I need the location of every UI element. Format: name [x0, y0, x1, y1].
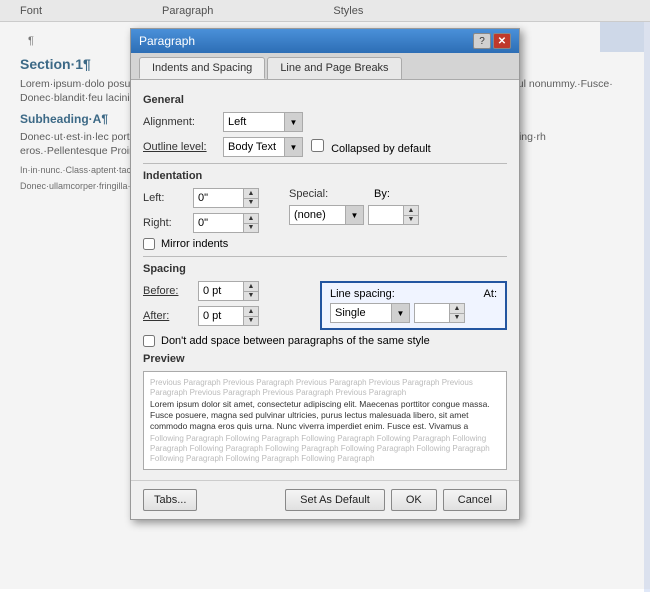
mirror-indents-checkbox[interactable] — [143, 238, 155, 250]
by-up[interactable]: ▲ — [404, 206, 418, 216]
preview-prev-para: Previous Paragraph Previous Paragraph Pr… — [150, 378, 500, 397]
at-up[interactable]: ▲ — [450, 304, 464, 314]
indent-right-row: Right: ▲ ▼ — [143, 213, 259, 233]
after-input-group: ▲ ▼ — [198, 306, 259, 326]
by-spinner: ▲ ▼ — [403, 205, 419, 225]
by-label: By: — [374, 188, 390, 200]
indent-left-input[interactable] — [193, 188, 243, 208]
preview-box: Previous Paragraph Previous Paragraph Pr… — [143, 371, 507, 470]
indent-right-spinner: ▲ ▼ — [243, 213, 259, 233]
close-button[interactable]: ✕ — [493, 33, 511, 49]
before-down[interactable]: ▼ — [244, 292, 258, 301]
at-input-group: ▲ ▼ — [414, 303, 465, 323]
indentation-section-label: Indentation — [143, 170, 507, 182]
at-down[interactable]: ▼ — [450, 314, 464, 323]
alignment-label: Alignment: — [143, 116, 223, 128]
after-up[interactable]: ▲ — [244, 307, 258, 317]
mirror-indents-label: Mirror indents — [161, 238, 228, 250]
indent-left-down[interactable]: ▼ — [244, 199, 258, 208]
alignment-select[interactable]: Left — [223, 112, 303, 132]
special-label: Special: — [289, 188, 344, 200]
indentation-special: Special: By: (none) ▼ ▲ ▼ — [289, 188, 419, 230]
indent-left-input-group: ▲ ▼ — [193, 188, 259, 208]
collapsed-checkbox-label: Collapsed by default — [311, 139, 431, 155]
after-down[interactable]: ▼ — [244, 317, 258, 326]
set-as-default-button[interactable]: Set As Default — [285, 489, 385, 511]
cancel-button[interactable]: Cancel — [443, 489, 507, 511]
outline-select-wrapper: Body Text ▼ — [223, 137, 303, 157]
special-select-wrapper: (none) ▼ — [289, 205, 364, 225]
line-spacing-header: Line spacing: At: — [330, 288, 497, 300]
dont-add-space-row: Don't add space between paragraphs of th… — [143, 335, 507, 347]
by-down[interactable]: ▼ — [404, 216, 418, 225]
preview-following-para: Following Paragraph Following Paragraph … — [150, 434, 500, 463]
indent-left-row: Left: ▲ ▼ — [143, 188, 259, 208]
help-button[interactable]: ? — [473, 33, 491, 49]
mirror-indents-row: Mirror indents — [143, 238, 507, 250]
general-section-label: General — [143, 94, 507, 106]
spacing-before-after: Before: ▲ ▼ After: ▲ — [143, 281, 310, 331]
spacing-container: Before: ▲ ▼ After: ▲ — [143, 281, 507, 331]
outline-label: Outline level: — [143, 141, 223, 153]
tab-line-page-breaks[interactable]: Line and Page Breaks — [267, 57, 401, 79]
paragraph-dialog: Paragraph ? ✕ Indents and Spacing Line a… — [130, 28, 520, 520]
at-input[interactable] — [414, 303, 449, 323]
spacing-section-label: Spacing — [143, 263, 507, 275]
before-label: Before: — [143, 285, 198, 297]
by-input[interactable] — [368, 205, 403, 225]
dialog-tabs: Indents and Spacing Line and Page Breaks — [131, 53, 519, 80]
tab-indents-spacing[interactable]: Indents and Spacing — [139, 57, 265, 79]
indent-right-up[interactable]: ▲ — [244, 214, 258, 224]
at-label: At: — [484, 288, 497, 300]
indent-left-label: Left: — [143, 192, 193, 204]
dont-add-space-label: Don't add space between paragraphs of th… — [161, 335, 430, 347]
after-input[interactable] — [198, 306, 243, 326]
spacing-divider — [143, 256, 507, 257]
special-select[interactable]: (none) — [289, 205, 364, 225]
special-row: Special: By: — [289, 188, 419, 200]
special-value-row: (none) ▼ ▲ ▼ — [289, 205, 419, 225]
at-spinner: ▲ ▼ — [449, 303, 465, 323]
indent-right-label: Right: — [143, 217, 193, 229]
dialog-titlebar: Paragraph ? ✕ — [131, 29, 519, 53]
indent-right-input[interactable] — [193, 213, 243, 233]
indent-right-input-group: ▲ ▼ — [193, 213, 259, 233]
before-up[interactable]: ▲ — [244, 282, 258, 292]
after-label: After: — [143, 310, 198, 322]
dont-add-space-checkbox[interactable] — [143, 335, 155, 347]
indent-right-down[interactable]: ▼ — [244, 224, 258, 233]
indent-left-spinner: ▲ ▼ — [243, 188, 259, 208]
dialog-footer: Tabs... Set As Default OK Cancel — [131, 480, 519, 519]
outline-select[interactable]: Body Text — [223, 137, 303, 157]
outline-row: Outline level: Body Text ▼ Collapsed by … — [143, 137, 507, 157]
ok-button[interactable]: OK — [391, 489, 437, 511]
preview-label: Preview — [143, 353, 507, 365]
preview-section: Preview Previous Paragraph Previous Para… — [143, 353, 507, 470]
alignment-row: Alignment: Left ▼ — [143, 112, 507, 132]
after-row: After: ▲ ▼ — [143, 306, 310, 326]
preview-main-text: Lorem ipsum dolor sit amet, consectetur … — [150, 399, 500, 432]
before-spinner: ▲ ▼ — [243, 281, 259, 301]
indent-left-up[interactable]: ▲ — [244, 189, 258, 199]
after-spinner: ▲ ▼ — [243, 306, 259, 326]
tabs-button[interactable]: Tabs... — [143, 489, 197, 511]
indentation-container: Left: ▲ ▼ Right: ▲ — [143, 188, 507, 238]
line-spacing-select-wrapper: Single ▼ — [330, 303, 410, 323]
by-input-group: ▲ ▼ — [368, 205, 419, 225]
general-divider — [143, 163, 507, 164]
collapsed-checkbox[interactable] — [311, 139, 324, 152]
line-spacing-box: Line spacing: At: Single ▼ ▲ ▼ — [320, 281, 507, 330]
title-buttons: ? ✕ — [473, 33, 511, 49]
dialog-body: General Alignment: Left ▼ Outline level:… — [131, 80, 519, 480]
line-spacing-label: Line spacing: — [330, 288, 395, 300]
dialog-title: Paragraph — [139, 34, 195, 48]
before-row: Before: ▲ ▼ — [143, 281, 310, 301]
indentation-left-right: Left: ▲ ▼ Right: ▲ — [143, 188, 259, 238]
line-spacing-select[interactable]: Single — [330, 303, 410, 323]
before-input-group: ▲ ▼ — [198, 281, 259, 301]
line-spacing-controls: Single ▼ ▲ ▼ — [330, 303, 497, 323]
before-input[interactable] — [198, 281, 243, 301]
alignment-select-wrapper: Left ▼ — [223, 112, 303, 132]
